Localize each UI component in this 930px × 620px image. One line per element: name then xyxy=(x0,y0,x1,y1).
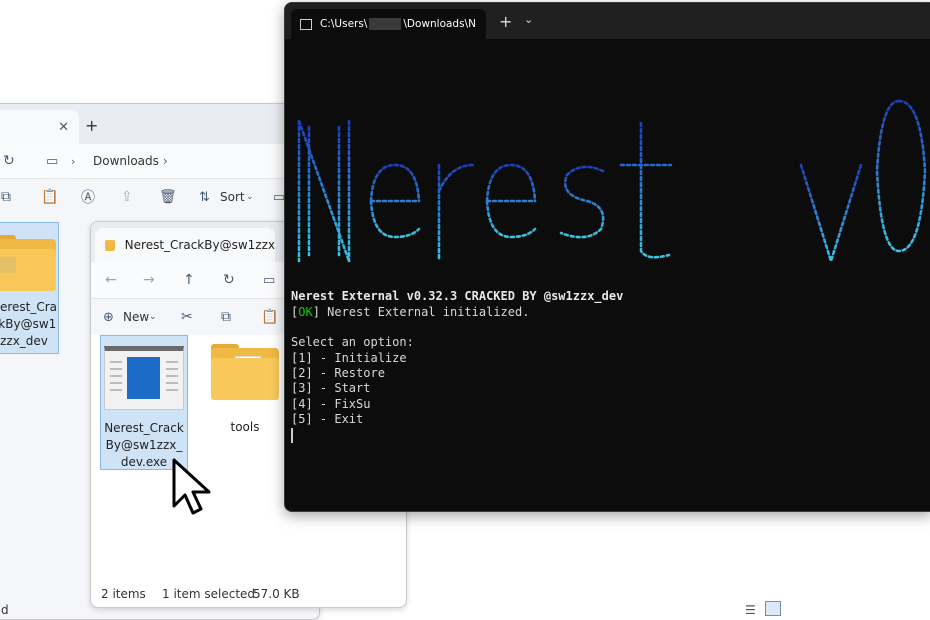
ascii-art-banner xyxy=(297,99,927,266)
new-button[interactable]: New xyxy=(123,310,149,324)
menu-option-2: [2] - Restore xyxy=(291,366,385,381)
menu-option-5: [5] - Exit xyxy=(291,412,364,427)
terminal-tab-title: C:\Users\ xyxy=(320,18,368,30)
this-pc-icon[interactable]: ▭ xyxy=(46,154,58,169)
delete-icon[interactable]: 🗑 xyxy=(159,189,177,205)
tiles-view-icon[interactable] xyxy=(765,601,781,616)
mouse-cursor-icon xyxy=(172,458,211,515)
command-bar: ⧉ 📋 Ⓐ ⇪ 🗑 ⇅ Sort ⌄ ▭ xyxy=(0,178,319,215)
breadcrumb-downloads[interactable]: Downloads xyxy=(93,154,159,168)
forward-arrow-icon[interactable]: → xyxy=(143,272,155,288)
copy-icon[interactable]: ⧉ xyxy=(1,189,11,205)
init-line: [OK] Nerest External initialized. xyxy=(291,304,530,319)
terminal-tab-bar: C:\Users\ \Downloads\N + ⌄ xyxy=(285,3,930,39)
menu-option-4: [4] - FixSu xyxy=(291,396,371,411)
tab-strip: ✕ + xyxy=(0,104,319,144)
new-tab-icon[interactable]: + xyxy=(85,116,98,135)
menu-option-3: [3] - Start xyxy=(291,381,371,396)
selection-size: 57.0 KB xyxy=(253,587,300,601)
rename-icon[interactable]: Ⓐ xyxy=(81,187,95,207)
file-item-folder[interactable]: tools xyxy=(208,344,282,444)
status-text: d xyxy=(1,603,9,617)
sort-button[interactable]: Sort xyxy=(220,190,245,204)
program-header: Nerest External v0.32.3 CRACKED BY @sw1z… xyxy=(291,289,624,304)
close-tab-icon[interactable]: ✕ xyxy=(58,120,69,135)
text-cursor[interactable] xyxy=(291,427,293,443)
selected-folder-item[interactable]: Nerest_CrackBy@sw1zzx_dev xyxy=(0,222,59,354)
terminal-window: C:\Users\ \Downloads\N + ⌄ Nerest Extern… xyxy=(284,2,930,512)
tab-title: Nerest_CrackBy@sw1zzx xyxy=(124,238,275,252)
plus-circle-icon: ⊕ xyxy=(103,309,114,325)
redacted-username xyxy=(369,18,402,30)
up-arrow-icon[interactable]: ↑ xyxy=(183,272,195,288)
paste-icon[interactable]: 📋 xyxy=(261,309,278,325)
chevron-down-icon[interactable]: ⌄ xyxy=(149,312,157,322)
item-name: tools xyxy=(230,420,260,434)
folder-icon xyxy=(105,239,115,251)
back-arrow-icon[interactable]: ← xyxy=(105,272,117,288)
file-item-exe[interactable]: Nerest_CrackBy@sw1zzx_dev.exe xyxy=(100,335,188,470)
refresh-icon[interactable]: ↻ xyxy=(223,272,235,288)
tab-nerest-folder[interactable]: Nerest_CrackBy@sw1zzx xyxy=(95,228,275,262)
cut-icon[interactable]: ✂ xyxy=(181,309,193,325)
item-count: 2 items xyxy=(101,587,146,601)
share-icon[interactable]: ⇪ xyxy=(121,189,133,205)
terminal-output: Nerest External v0.32.3 CRACKED BY @sw1z… xyxy=(291,47,930,511)
terminal-tab-title-end: \Downloads\N xyxy=(403,18,476,30)
new-tab-icon[interactable]: + xyxy=(499,12,512,31)
status-bar: 2 items 1 item selected 57.0 KB xyxy=(91,581,406,607)
item-name: Nerest_CrackBy@sw1zzx_dev xyxy=(0,300,58,348)
terminal-text: Nerest External v0.32.3 CRACKED BY @sw1z… xyxy=(291,274,623,474)
selection-count: 1 item selected xyxy=(162,587,256,601)
this-pc-icon[interactable]: ▭ xyxy=(263,273,275,288)
paste-icon[interactable]: 📋 xyxy=(41,189,58,205)
chevron-down-icon[interactable]: ⌄ xyxy=(246,192,254,202)
menu-option-1: [1] - Initialize xyxy=(291,350,407,365)
copy-icon[interactable]: ⧉ xyxy=(221,309,231,325)
refresh-icon[interactable]: ↻ xyxy=(3,153,15,169)
chevron-right-icon: › xyxy=(71,154,76,168)
chevron-right-icon: › xyxy=(163,154,168,168)
folder-icon xyxy=(0,235,56,291)
chevron-down-icon[interactable]: ⌄ xyxy=(524,13,533,26)
terminal-tab[interactable]: C:\Users\ \Downloads\N xyxy=(291,9,486,39)
tab-explorer-back[interactable]: ✕ xyxy=(0,110,79,144)
menu-prompt: Select an option: xyxy=(291,335,414,350)
exe-file-icon xyxy=(104,346,184,410)
init-message: Nerest External initialized. xyxy=(319,304,530,319)
address-bar: ↻ ▭ › Downloads › xyxy=(0,144,319,178)
ok-tag: OK xyxy=(298,304,313,319)
details-view-icon[interactable]: ☰ xyxy=(745,603,756,617)
terminal-icon xyxy=(300,18,312,30)
sort-icon: ⇅ xyxy=(199,189,210,205)
folder-icon xyxy=(211,344,279,400)
